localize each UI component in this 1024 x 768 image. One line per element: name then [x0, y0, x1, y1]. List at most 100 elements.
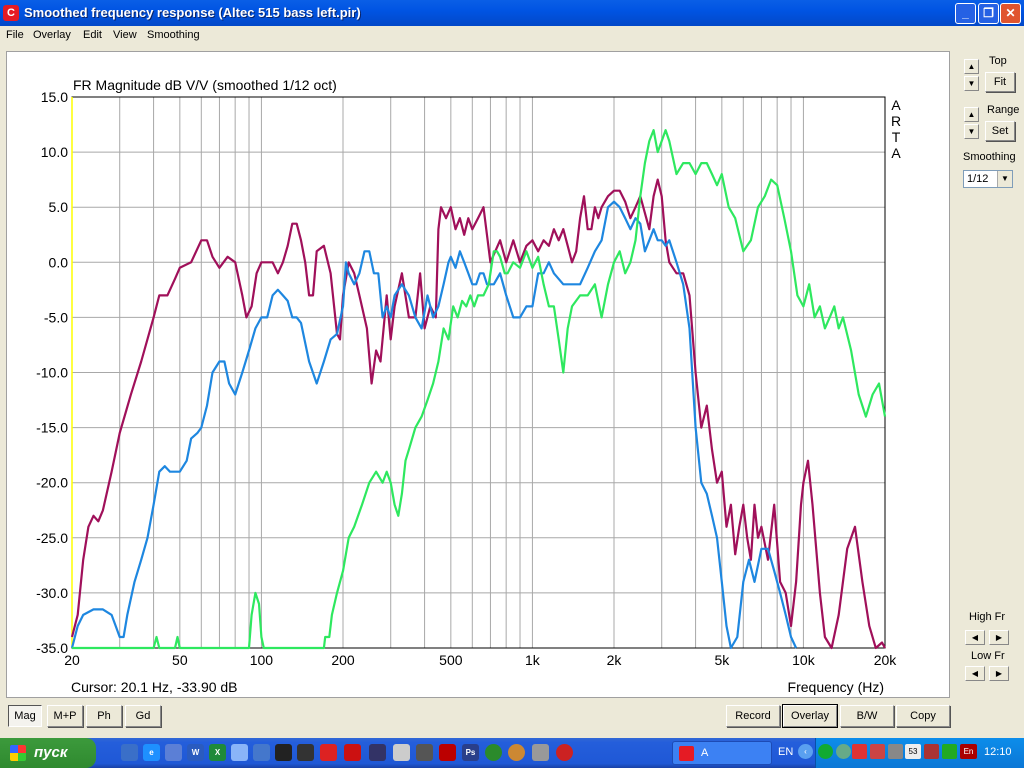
smoothing-select[interactable]: 1/12 ▼: [963, 170, 1013, 188]
fit-button[interactable]: Fit: [985, 72, 1015, 92]
menu-edit[interactable]: Edit: [83, 29, 102, 41]
watermark-letter: A: [891, 97, 901, 113]
overlay-button[interactable]: Overlay: [782, 704, 838, 728]
explorer-icon[interactable]: [165, 744, 182, 761]
watermark-letter: A: [891, 145, 901, 161]
low-fr-left-arrow[interactable]: ◀: [965, 666, 985, 681]
frequency-response-chart[interactable]: 15.0 10.0 5.0 0.0 -5.0 -10.0 -15.0 -20.0 -25.0 -3…: [7, 52, 949, 697]
tray-icon-6[interactable]: [924, 744, 939, 759]
menu-file[interactable]: File: [6, 29, 24, 41]
app-icon-2[interactable]: [253, 744, 270, 761]
tray-icon-5[interactable]: [888, 744, 903, 759]
smoothing-value: 1/12: [967, 173, 989, 185]
app-icon-8[interactable]: [393, 744, 410, 761]
app-icon-3[interactable]: [275, 744, 292, 761]
tray-icon-1[interactable]: [818, 744, 833, 759]
window-title: Smoothed frequency response (Altec 515 b…: [24, 5, 361, 20]
minimize-button[interactable]: _: [955, 3, 976, 24]
app-icon-13[interactable]: [532, 744, 549, 761]
tray-expand-icon[interactable]: ‹: [798, 744, 813, 759]
title-bar[interactable]: C Smoothed frequency response (Altec 515…: [0, 0, 1024, 26]
tray-icon-4[interactable]: [870, 744, 885, 759]
x-tick-label: 20: [64, 652, 80, 668]
watermark-letter: T: [892, 129, 901, 145]
app-icon[interactable]: C: [3, 5, 19, 21]
tray-icon-2[interactable]: [836, 744, 851, 759]
app-icon-11[interactable]: [485, 744, 502, 761]
high-fr-left-arrow[interactable]: ◀: [965, 630, 985, 645]
tab-phase[interactable]: Ph: [86, 705, 122, 727]
chart-series: [70, 129, 887, 650]
y-tick-label: 10.0: [41, 144, 68, 160]
top-label: Top: [989, 55, 1007, 67]
y-tick-label: -5.0: [44, 309, 68, 325]
record-button[interactable]: Record: [726, 705, 780, 727]
y-tick-label: -15.0: [36, 420, 68, 436]
x-tick-label: 500: [439, 652, 463, 668]
x-tick-labels: 20 50 100 200 500 1k 2k 5k 10k 20k: [64, 652, 897, 668]
high-fr-right-arrow[interactable]: ▶: [989, 630, 1009, 645]
tray-counter[interactable]: 53: [905, 744, 921, 759]
photoshop-icon[interactable]: Ps: [462, 744, 479, 761]
chevron-down-icon[interactable]: ▼: [997, 171, 1012, 187]
x-tick-label: 2k: [607, 652, 623, 668]
tab-mag-phase[interactable]: M+P: [47, 705, 83, 727]
tray-icon-3[interactable]: [852, 744, 867, 759]
x-axis-label: Frequency (Hz): [788, 679, 884, 695]
tab-group-delay[interactable]: Gd: [125, 705, 161, 727]
taskbar-item-arta[interactable]: A: [672, 741, 772, 765]
cursor-readout: Cursor: 20.1 Hz, -33.90 dB: [71, 679, 238, 695]
series-line-1: [70, 178, 886, 650]
x-tick-label: 20k: [874, 652, 898, 668]
app-icon-10[interactable]: [439, 744, 456, 761]
copy-button[interactable]: Copy: [896, 705, 950, 727]
low-fr-right-arrow[interactable]: ▶: [989, 666, 1009, 681]
close-button[interactable]: ✕: [1000, 3, 1021, 24]
low-fr-label: Low Fr: [971, 650, 1005, 662]
y-tick-label: -25.0: [36, 530, 68, 546]
app-icon-14[interactable]: [556, 744, 573, 761]
tab-mag[interactable]: Mag: [8, 705, 42, 727]
start-button[interactable]: пуск: [0, 738, 96, 768]
top-down-arrow[interactable]: ▼: [964, 76, 979, 91]
y-tick-label: -10.0: [36, 365, 68, 381]
x-tick-label: 50: [172, 652, 188, 668]
excel-icon[interactable]: X: [209, 744, 226, 761]
smoothing-label: Smoothing: [963, 151, 1016, 163]
x-tick-label: 200: [331, 652, 355, 668]
plot-area[interactable]: 15.0 10.0 5.0 0.0 -5.0 -10.0 -15.0 -20.0 -25.0 -3…: [6, 51, 950, 698]
restore-button[interactable]: ❐: [978, 3, 999, 24]
y-tick-label: 15.0: [41, 89, 68, 105]
menu-overlay[interactable]: Overlay: [33, 29, 71, 41]
desktop-icon[interactable]: [121, 744, 138, 761]
cloud-icon[interactable]: [231, 744, 248, 761]
start-label: пуск: [34, 744, 68, 761]
app-icon-4[interactable]: [297, 744, 314, 761]
tray-icon-7[interactable]: [942, 744, 957, 759]
y-tick-label: 5.0: [49, 199, 69, 215]
taskbar-item-label: A: [701, 747, 709, 759]
word-icon[interactable]: W: [187, 744, 204, 761]
top-up-arrow[interactable]: ▲: [964, 59, 979, 74]
app-icon-7[interactable]: [369, 744, 386, 761]
x-tick-label: 1k: [525, 652, 541, 668]
app-icon-5[interactable]: [320, 744, 337, 761]
y-tick-label: -30.0: [36, 585, 68, 601]
range-up-arrow[interactable]: ▲: [964, 107, 979, 122]
app-icon-12[interactable]: [508, 744, 525, 761]
language-indicator[interactable]: EN: [778, 746, 793, 758]
app-icon-6[interactable]: [344, 744, 361, 761]
windows-logo-icon: [10, 745, 26, 761]
ie-icon[interactable]: e: [143, 744, 160, 761]
menu-smoothing[interactable]: Smoothing: [147, 29, 200, 41]
arta-window: C Smoothed frequency response (Altec 515…: [0, 0, 1024, 738]
clock: 12:10: [984, 746, 1012, 758]
y-tick-label: -20.0: [36, 475, 68, 491]
menu-view[interactable]: View: [113, 29, 137, 41]
bw-button[interactable]: B/W: [840, 705, 894, 727]
tray-lang[interactable]: En: [960, 744, 977, 759]
app-icon-9[interactable]: [416, 744, 433, 761]
set-button[interactable]: Set: [985, 121, 1015, 141]
range-down-arrow[interactable]: ▼: [964, 124, 979, 139]
x-tick-label: 100: [250, 652, 274, 668]
